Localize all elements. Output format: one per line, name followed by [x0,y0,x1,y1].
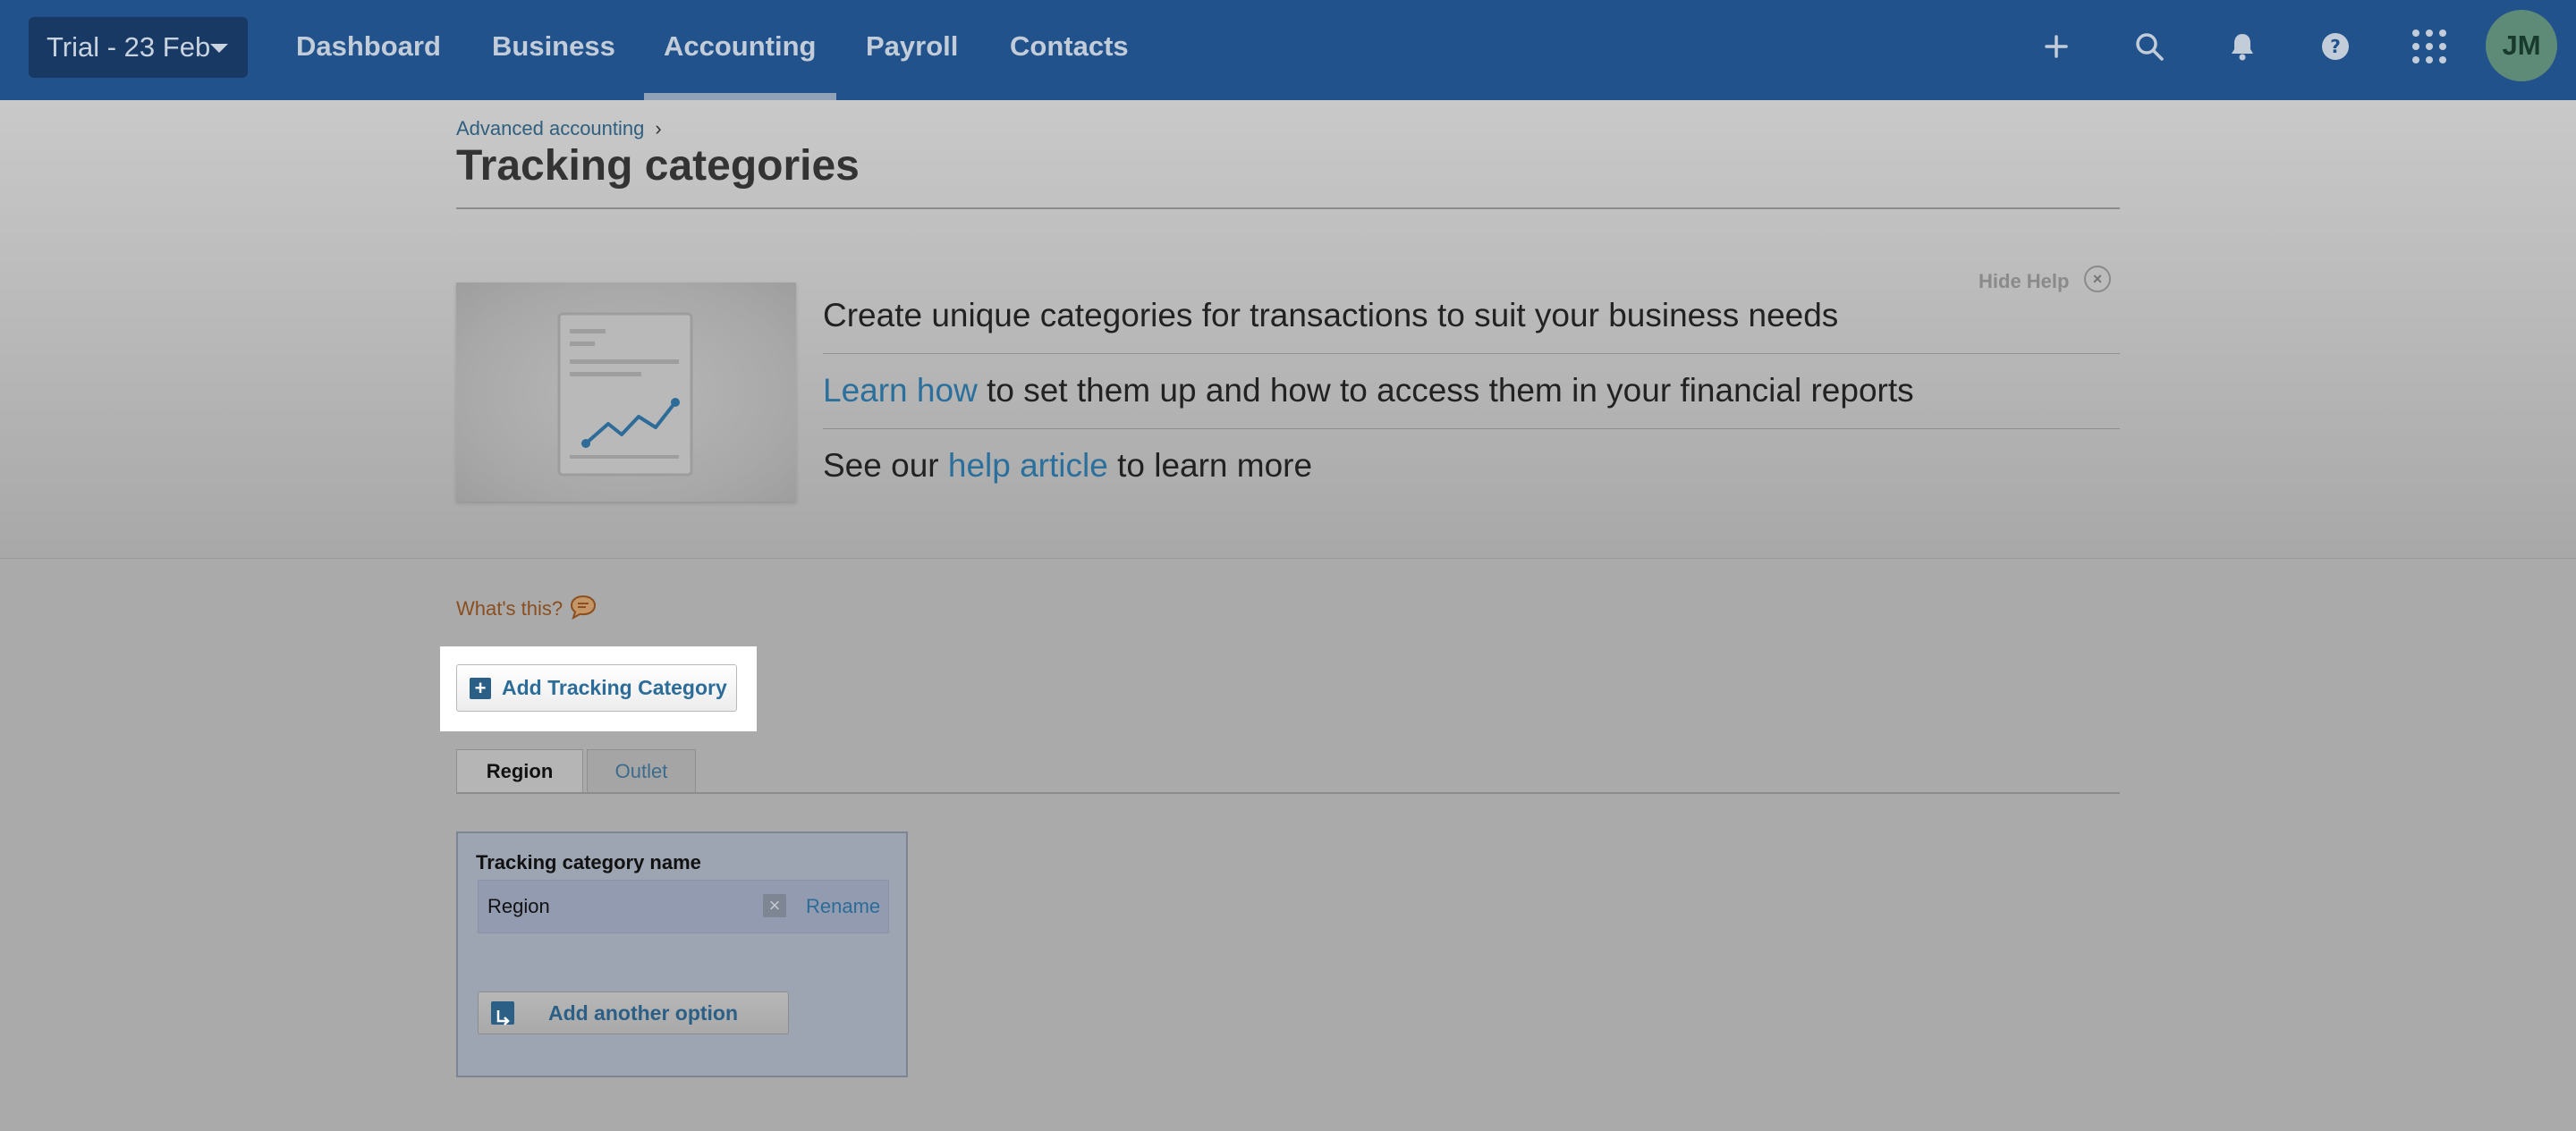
help-text-line-3-post: to learn more [1107,447,1313,484]
add-option-icon [491,1001,514,1025]
tracking-category-name-value: Region [487,895,550,917]
tracking-category-name-row: Region × Rename [478,880,889,933]
tab-region[interactable]: Region [456,749,583,794]
add-another-option-label: Add another option [547,1001,739,1025]
tracking-category-panel: Tracking category name Region × Rename A… [456,831,908,1077]
help-text-line-3: See our help article to learn more [823,447,1312,485]
help-icon[interactable]: ? [2316,25,2355,68]
learn-how-link[interactable]: Learn how [823,372,978,409]
nav-dashboard[interactable]: Dashboard [296,0,441,100]
svg-text:?: ? [2330,36,2341,57]
add-tracking-category-button[interactable]: + Add Tracking Category [456,664,737,712]
add-another-option-button[interactable]: Add another option [478,992,789,1034]
tabs-divider [456,792,2120,794]
org-switcher-button[interactable]: Trial - 23 Feb [29,17,248,78]
close-icon[interactable]: × [2084,266,2111,292]
nav-contacts[interactable]: Contacts [1010,0,1129,100]
speech-bubble-icon[interactable] [569,594,597,620]
hide-help-link[interactable]: Hide Help [1979,270,2069,293]
tab-outlet[interactable]: Outlet [587,749,696,792]
help-divider-1 [823,353,2120,354]
nav-business[interactable]: Business [492,0,615,100]
tracking-category-name-label: Tracking category name [476,851,701,874]
help-divider-2 [823,428,2120,429]
help-text-line-2-rest: to set them up and how to access them in… [977,372,1914,409]
plus-icon[interactable] [2037,25,2076,68]
help-article-link[interactable]: help article [948,447,1108,484]
top-nav-bar: Trial - 23 Feb Dashboard Business Accoun… [0,0,2576,100]
org-name: Trial - 23 Feb [47,31,211,63]
add-tracking-category-label: Add Tracking Category [502,676,727,699]
help-text-line-3-pre: See our [823,447,948,484]
page-title: Tracking categories [456,142,860,190]
apps-grid-icon[interactable] [2410,25,2449,68]
nav-accounting[interactable]: Accounting [644,0,835,100]
rename-link[interactable]: Rename [806,895,880,918]
report-chart-icon [557,312,693,477]
chevron-down-icon [210,44,228,53]
search-icon[interactable] [2130,25,2169,68]
add-tracking-category-highlight: + Add Tracking Category [440,646,757,731]
title-divider [456,207,2120,209]
whats-this-link[interactable]: What's this? [456,597,563,620]
breadcrumb: Advanced accounting › [456,117,662,140]
nav-payroll[interactable]: Payroll [866,0,958,100]
user-avatar[interactable]: JM [2486,10,2557,81]
breadcrumb-link-advanced-accounting[interactable]: Advanced accounting [456,117,644,139]
delete-icon[interactable]: × [763,894,786,917]
bell-icon[interactable] [2223,25,2262,68]
help-illustration [456,283,796,502]
help-text-line-1: Create unique categories for transaction… [823,297,1839,333]
help-text-line-2: Learn how to set them up and how to acce… [823,372,1914,409]
breadcrumb-separator: › [655,117,662,139]
plus-icon: + [470,678,491,699]
